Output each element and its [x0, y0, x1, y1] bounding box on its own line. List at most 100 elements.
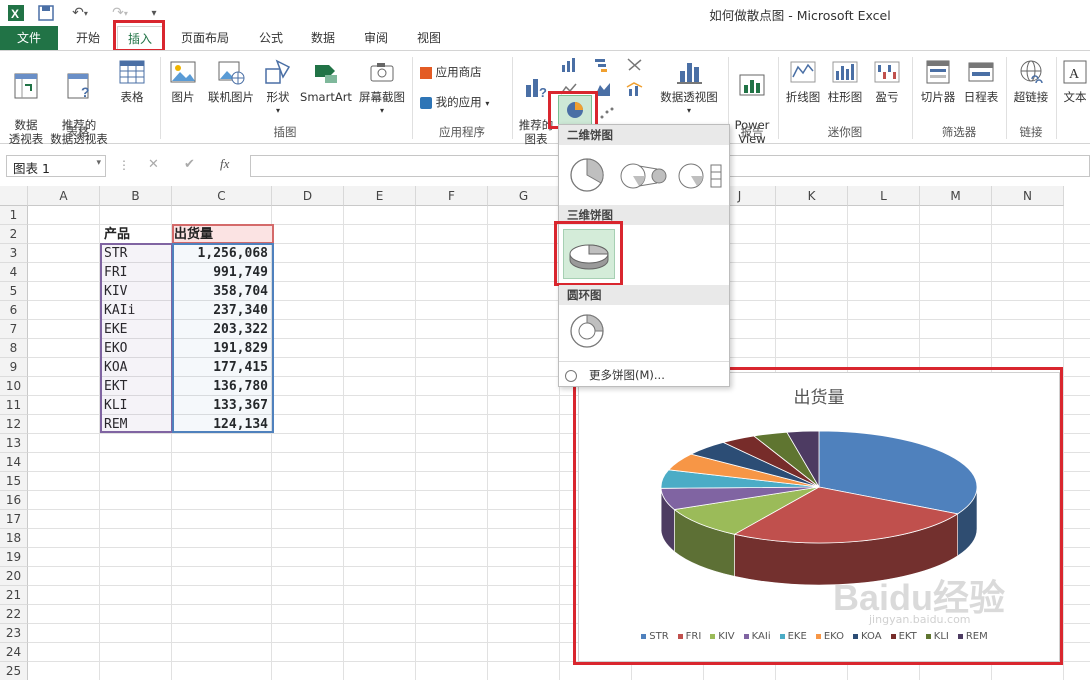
name-box[interactable]: 图表 1 ▾: [6, 155, 106, 177]
recommended-charts-button[interactable]: ? 推荐的 图表: [516, 57, 556, 146]
save-icon[interactable]: [36, 3, 56, 23]
customize-toolbar-icon[interactable]: ▾: [144, 3, 164, 23]
shapes-button[interactable]: 形状 ▾: [260, 57, 296, 118]
tab-home[interactable]: 开始: [64, 26, 112, 50]
pie-chart-icon: [567, 102, 583, 118]
enter-icon[interactable]: ✔: [184, 157, 195, 172]
pivot-table-button[interactable]: 数据 透视表: [4, 57, 48, 146]
row-header-1[interactable]: 1: [0, 206, 28, 225]
column-header-e[interactable]: E: [344, 186, 416, 206]
row-header-2[interactable]: 2: [0, 225, 28, 244]
column-header-g[interactable]: G: [488, 186, 560, 206]
legend-item-eke[interactable]: EKE: [779, 631, 807, 642]
chart-legend[interactable]: STR FRI KIV KAIi EKE EKO KOA EKT KLI REM: [579, 631, 1059, 642]
insert-function-icon[interactable]: fx: [220, 156, 229, 172]
picture-button[interactable]: 图片: [164, 57, 202, 104]
hyperlink-button[interactable]: 超链接: [1010, 57, 1052, 104]
pie-of-pie-option[interactable]: [619, 159, 669, 193]
legend-item-koa[interactable]: KOA: [853, 631, 882, 642]
slicer-button[interactable]: 切片器: [916, 57, 960, 104]
row-header-7[interactable]: 7: [0, 320, 28, 339]
tab-page-layout[interactable]: 页面布局: [172, 26, 238, 50]
header-product-cell[interactable]: 产品: [104, 225, 130, 244]
name-box-dropdown-icon[interactable]: ▾: [96, 158, 101, 168]
redo-icon[interactable]: ↷ ▾: [106, 3, 134, 23]
column-header-l[interactable]: L: [848, 186, 920, 206]
row-header-25[interactable]: 25: [0, 662, 28, 680]
row-header-13[interactable]: 13: [0, 434, 28, 453]
undo-icon[interactable]: ↶ ▾: [66, 3, 94, 23]
row-header-24[interactable]: 24: [0, 643, 28, 662]
row-header-17[interactable]: 17: [0, 510, 28, 529]
tab-view[interactable]: 视图: [406, 26, 452, 50]
sparkline-winloss-button[interactable]: 盈亏: [868, 57, 906, 104]
tab-formulas[interactable]: 公式: [248, 26, 294, 50]
row-header-19[interactable]: 19: [0, 548, 28, 567]
legend-item-eko[interactable]: EKO: [815, 631, 844, 642]
column-header-c[interactable]: C: [172, 186, 272, 206]
tab-insert[interactable]: 插入: [117, 26, 163, 51]
cancel-icon[interactable]: ✕: [148, 157, 159, 172]
tab-file[interactable]: 文件: [0, 26, 58, 50]
row-header-5[interactable]: 5: [0, 282, 28, 301]
row-header-10[interactable]: 10: [0, 377, 28, 396]
combo-chart-icon[interactable]: [626, 81, 644, 97]
legend-item-rem[interactable]: REM: [957, 631, 988, 642]
legend-item-kiv[interactable]: KIV: [710, 631, 735, 642]
table-button[interactable]: 表格: [112, 57, 152, 104]
legend-item-kaii[interactable]: KAIi: [743, 631, 771, 642]
row-header-22[interactable]: 22: [0, 605, 28, 624]
row-header-21[interactable]: 21: [0, 586, 28, 605]
tab-review[interactable]: 审阅: [353, 26, 399, 50]
screenshot-button[interactable]: 屏幕截图 ▾: [356, 57, 408, 118]
column-header-d[interactable]: D: [272, 186, 344, 206]
pivot-chart-button[interactable]: 数据透视图 ▾: [656, 57, 722, 118]
pie-chart-object[interactable]: 出货量 STR FRI KIV KAIi EKE EKO KOA EKT KLI REM Baid…: [578, 372, 1060, 662]
online-picture-button[interactable]: 联机图片: [204, 57, 258, 104]
pie-3d-option[interactable]: [563, 229, 615, 279]
sparkline-column-button[interactable]: 柱形图: [824, 57, 866, 104]
column-header-n[interactable]: N: [992, 186, 1064, 206]
row-header-23[interactable]: 23: [0, 624, 28, 643]
smartart-button[interactable]: SmartArt: [298, 57, 354, 104]
row-header-4[interactable]: 4: [0, 263, 28, 282]
legend-item-kli[interactable]: KLI: [925, 631, 949, 642]
row-header-18[interactable]: 18: [0, 529, 28, 548]
column-header-a[interactable]: A: [28, 186, 100, 206]
legend-item-ekt[interactable]: EKT: [890, 631, 917, 642]
column-header-b[interactable]: B: [100, 186, 172, 206]
textbox-button[interactable]: A 文本: [1060, 57, 1090, 104]
sparkline-winloss-label: 盈亏: [875, 90, 899, 104]
tab-data[interactable]: 数据: [300, 26, 346, 50]
donut-option[interactable]: [567, 311, 607, 351]
column-header-k[interactable]: K: [776, 186, 848, 206]
column-header-f[interactable]: F: [416, 186, 488, 206]
scatter-chart-small-icon[interactable]: [626, 57, 644, 73]
row-header-15[interactable]: 15: [0, 472, 28, 491]
bar-of-pie-option[interactable]: [677, 159, 727, 193]
row-header-8[interactable]: 8: [0, 339, 28, 358]
column-header-m[interactable]: M: [920, 186, 992, 206]
legend-item-str[interactable]: STR: [641, 631, 669, 642]
row-header-16[interactable]: 16: [0, 491, 28, 510]
more-pie-charts-item[interactable]: 更多饼图(M)...: [565, 367, 725, 385]
hierarchy-chart-icon[interactable]: [594, 57, 612, 73]
scatter-dots-icon[interactable]: [598, 105, 616, 121]
select-all-corner[interactable]: [0, 186, 28, 206]
row-header-20[interactable]: 20: [0, 567, 28, 586]
row-header-14[interactable]: 14: [0, 453, 28, 472]
row-header-6[interactable]: 6: [0, 301, 28, 320]
sparkline-line-button[interactable]: 折线图: [782, 57, 824, 104]
timeline-button[interactable]: 日程表: [960, 57, 1002, 104]
legend-item-fri[interactable]: FRI: [677, 631, 701, 642]
row-header-9[interactable]: 9: [0, 358, 28, 377]
column-chart-icon[interactable]: [560, 57, 578, 73]
area-chart-icon[interactable]: [594, 81, 612, 97]
row-header-12[interactable]: 12: [0, 415, 28, 434]
row-header-11[interactable]: 11: [0, 396, 28, 415]
app-store-button[interactable]: 应用商店: [420, 65, 500, 79]
row-header-3[interactable]: 3: [0, 244, 28, 263]
my-apps-button[interactable]: 我的应用 ▾: [420, 95, 508, 111]
pie-2d-option[interactable]: [567, 153, 607, 197]
pie-chart-button[interactable]: [558, 95, 592, 125]
